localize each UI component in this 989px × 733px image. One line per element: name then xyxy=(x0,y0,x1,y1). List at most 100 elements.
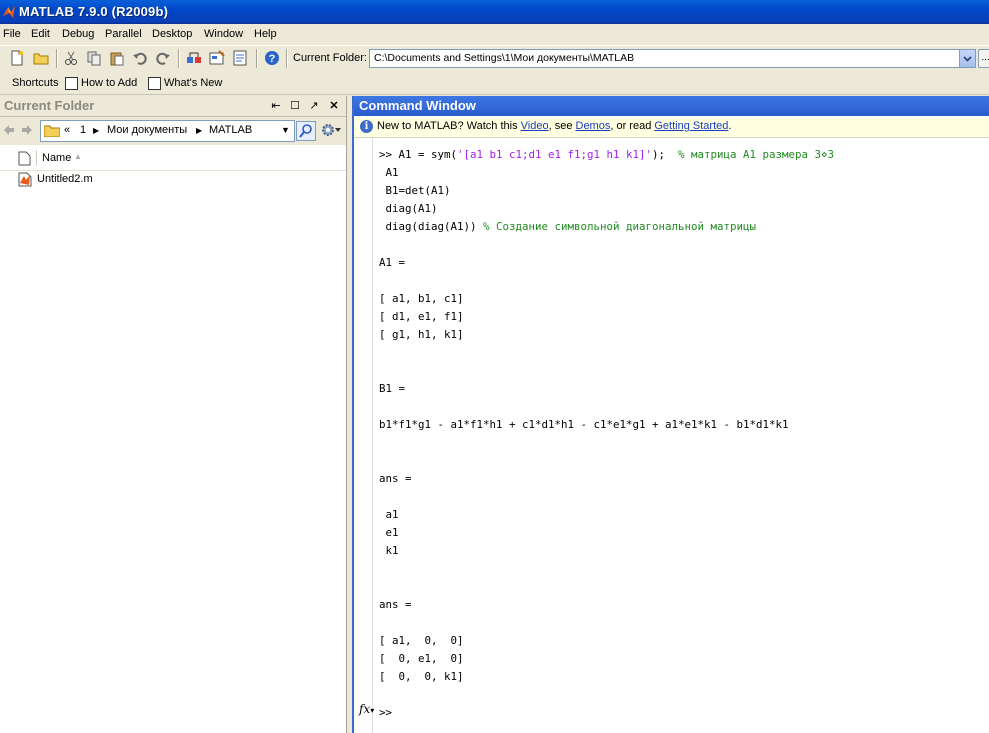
current-folder-title: Current Folder xyxy=(4,98,95,113)
command-line xyxy=(379,452,834,470)
getting-started-link[interactable]: Getting Started xyxy=(654,120,728,132)
breadcrumb-dropdown-icon[interactable]: ▼ xyxy=(281,125,290,135)
code-text: b1*f1*g1 - a1*f1*h1 + c1*d1*h1 - c1*e1*g… xyxy=(379,418,789,431)
breadcrumb-arrow-icon: ▶ xyxy=(196,126,203,135)
undock-panel-icon[interactable]: ↗ xyxy=(308,99,320,112)
maximize-panel-icon[interactable]: ☐ xyxy=(289,99,301,112)
code-text: [ a1, b1, c1] xyxy=(379,292,464,305)
how-to-add-link[interactable]: How to Add xyxy=(81,77,137,89)
fx-function-browser-icon[interactable]: fx▾ xyxy=(359,702,374,716)
title-bar: MATLAB 7.9.0 (R2009b) xyxy=(0,0,989,24)
code-text: diag(diag(A1)) xyxy=(379,220,484,233)
demos-link[interactable]: Demos xyxy=(576,120,611,132)
current-folder-path-input[interactable]: C:\Documents and Settings\1\Мои документ… xyxy=(369,49,962,68)
command-line xyxy=(379,578,834,596)
cut-icon[interactable] xyxy=(63,50,79,66)
file-type-column-icon[interactable] xyxy=(18,151,31,166)
copy-icon[interactable] xyxy=(86,50,102,66)
command-window[interactable]: Command Window i New to MATLAB? Watch th… xyxy=(352,96,989,733)
breadcrumb-overflow[interactable]: « xyxy=(64,124,70,136)
toolbar-separator xyxy=(286,49,288,68)
menu-debug[interactable]: Debug xyxy=(62,28,94,40)
info-text: New to MATLAB? Watch this xyxy=(377,120,521,132)
code-text: ans = xyxy=(379,472,412,485)
undo-icon[interactable] xyxy=(132,50,148,66)
code-text: a1 xyxy=(379,508,399,521)
redo-icon[interactable] xyxy=(155,50,171,66)
command-line: diag(diag(A1)) % Создание символьной диа… xyxy=(379,218,834,236)
window-title: MATLAB 7.9.0 (R2009b) xyxy=(19,4,169,19)
browse-folder-button[interactable]: ... xyxy=(978,49,989,68)
profiler-icon[interactable] xyxy=(232,50,248,66)
folder-breadcrumb[interactable]: « 1 ▶ Мои документы ▶ MATLAB ▼ xyxy=(40,120,295,142)
command-line: >> A1 = sym('[a1 b1 c1;d1 e1 f1;g1 h1 k1… xyxy=(379,146,834,164)
code-comment: % Создание символьной диагональной матри… xyxy=(483,220,757,233)
shortcuts-label[interactable]: Shortcuts xyxy=(12,77,58,89)
new-file-icon[interactable] xyxy=(9,50,25,66)
paste-icon[interactable] xyxy=(109,50,125,66)
command-window-title: Command Window xyxy=(359,98,476,113)
menu-file[interactable]: File xyxy=(3,28,21,40)
current-folder-dropdown-button[interactable] xyxy=(959,49,976,68)
whats-new-link[interactable]: What's New xyxy=(164,77,222,89)
command-line: B1 = xyxy=(379,380,834,398)
folder-navigation-bar: « 1 ▶ Мои документы ▶ MATLAB ▼ xyxy=(0,117,346,145)
toolbar-separator xyxy=(56,49,58,68)
command-line: [ a1, b1, c1] xyxy=(379,290,834,308)
menu-window[interactable]: Window xyxy=(204,28,243,40)
breadcrumb-item-matlab[interactable]: MATLAB xyxy=(209,124,252,136)
breadcrumb-arrow-icon: ▶ xyxy=(93,126,100,135)
code-text: [ 0, e1, 0] xyxy=(379,652,464,665)
command-line: [ 0, 0, k1] xyxy=(379,668,834,686)
help-icon[interactable]: ? xyxy=(264,50,280,66)
command-line: [ a1, 0, 0] xyxy=(379,632,834,650)
command-line: b1*f1*g1 - a1*f1*h1 + c1*d1*h1 - c1*e1*g… xyxy=(379,416,834,434)
info-text: , or read xyxy=(610,120,655,132)
shortcuts-bar: Shortcuts How to Add What's New xyxy=(0,72,989,95)
current-folder-panel: Current Folder ⇤ ☐ ↗ ✕ « 1 ▶ Мои докумен… xyxy=(0,96,347,733)
code-text: e1 xyxy=(379,526,399,539)
back-arrow-icon[interactable] xyxy=(3,124,15,136)
command-line xyxy=(379,434,834,452)
command-line xyxy=(379,686,834,704)
info-bar: i New to MATLAB? Watch this Video, see D… xyxy=(354,117,989,138)
minimize-panel-icon[interactable]: ⇤ xyxy=(270,99,282,112)
simulink-icon[interactable] xyxy=(186,50,202,66)
search-button[interactable] xyxy=(296,121,316,141)
command-output[interactable]: >> A1 = sym('[a1 b1 c1;d1 e1 f1;g1 h1 k1… xyxy=(379,146,834,722)
breadcrumb-item-my-documents[interactable]: Мои документы xyxy=(107,124,187,136)
command-line xyxy=(379,614,834,632)
menu-desktop[interactable]: Desktop xyxy=(152,28,192,40)
breadcrumb-item-1[interactable]: 1 xyxy=(80,124,86,136)
matlab-logo-icon xyxy=(3,6,15,18)
command-line xyxy=(379,560,834,578)
menu-help[interactable]: Help xyxy=(254,28,277,40)
info-text: , see xyxy=(548,120,576,132)
svg-text:?: ? xyxy=(269,53,276,65)
menu-edit[interactable]: Edit xyxy=(31,28,50,40)
code-comment: % матрица A1 размера 3⋄3 xyxy=(678,148,835,161)
command-line: a1 xyxy=(379,506,834,524)
command-line: [ 0, e1, 0] xyxy=(379,650,834,668)
video-link[interactable]: Video xyxy=(521,120,549,132)
guide-icon[interactable] xyxy=(209,50,225,66)
command-line xyxy=(379,236,834,254)
file-list-header: Name ▲ xyxy=(0,146,346,171)
gear-icon[interactable] xyxy=(320,122,344,138)
name-column-header[interactable]: Name xyxy=(42,152,71,164)
menu-parallel[interactable]: Parallel xyxy=(105,28,142,40)
code-text: ans = xyxy=(379,598,412,611)
code-text: diag(A1) xyxy=(379,202,438,215)
info-text: . xyxy=(728,120,732,132)
toolbar-separator xyxy=(178,49,180,68)
code-text: [ g1, h1, k1] xyxy=(379,328,464,341)
code-text: [ 0, 0, k1] xyxy=(379,670,464,683)
forward-arrow-icon[interactable] xyxy=(21,124,33,136)
open-folder-icon[interactable] xyxy=(33,50,49,66)
command-line: [ g1, h1, k1] xyxy=(379,326,834,344)
code-text: B1 = xyxy=(379,382,406,395)
info-icon: i xyxy=(360,120,373,133)
column-divider xyxy=(36,150,37,166)
close-panel-icon[interactable]: ✕ xyxy=(328,99,340,112)
current-folder-label: Current Folder: xyxy=(293,52,367,64)
